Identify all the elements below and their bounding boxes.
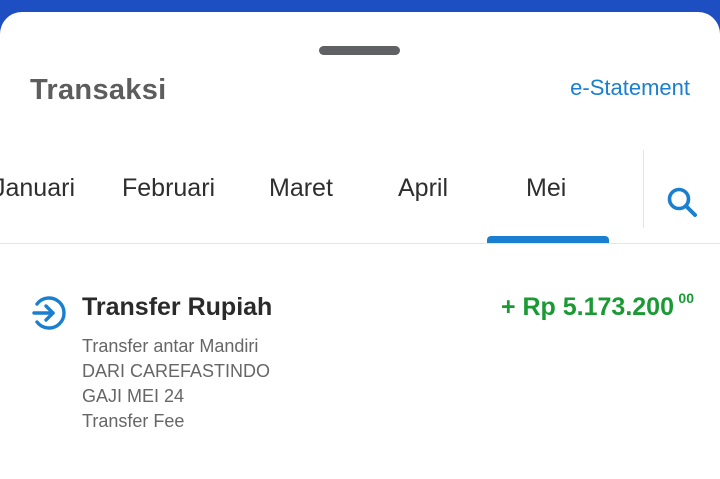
page-title: Transaksi bbox=[30, 74, 167, 106]
bottom-sheet: Transaksi e-Statement Januari Februari M… bbox=[0, 12, 720, 479]
e-statement-link[interactable]: e-Statement bbox=[570, 75, 690, 101]
arrow-circle-in-icon bbox=[32, 296, 66, 330]
section-divider bbox=[0, 243, 720, 244]
active-tab-indicator bbox=[487, 236, 609, 243]
detail-line: DARI CAREFASTINDO bbox=[82, 361, 271, 381]
tab-mei[interactable]: Mei bbox=[526, 174, 566, 203]
detail-line: Transfer antar Mandiri bbox=[82, 336, 259, 356]
tab-januari[interactable]: Januari bbox=[0, 174, 75, 203]
transaction-amount-cents: 00 bbox=[678, 290, 694, 306]
search-button[interactable] bbox=[662, 182, 702, 222]
month-tabs: Januari Februari Maret April Mei bbox=[0, 150, 643, 242]
tab-april[interactable]: April bbox=[398, 174, 448, 203]
drag-handle[interactable] bbox=[319, 46, 400, 55]
tab-februari[interactable]: Februari bbox=[122, 174, 215, 203]
detail-line: GAJI MEI 24 bbox=[82, 386, 185, 406]
tabs-divider bbox=[643, 150, 644, 228]
detail-line: Transfer Fee bbox=[82, 411, 185, 431]
search-icon bbox=[667, 187, 697, 217]
tab-maret[interactable]: Maret bbox=[269, 174, 333, 203]
transaction-title: Transfer Rupiah bbox=[82, 293, 273, 321]
transaction-amount: + Rp 5.173.200 bbox=[500, 293, 674, 321]
transaction-details: Transfer antar Mandiri DARI CAREFASTINDO… bbox=[82, 334, 270, 434]
